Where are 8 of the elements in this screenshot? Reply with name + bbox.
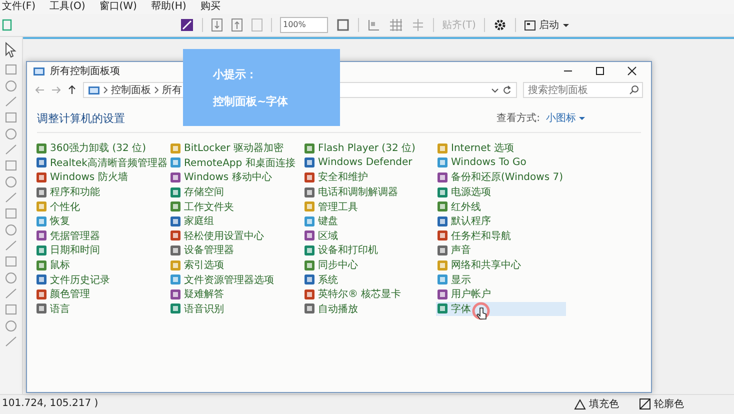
view-label: 查看方式: bbox=[496, 112, 540, 125]
tip-text: 控制面板~字体 bbox=[213, 94, 290, 108]
cursor-coordinates: 101.724, 105.217 ) bbox=[2, 398, 98, 409]
tip-title: 小提示： bbox=[213, 66, 258, 82]
fill-label: 填充色 bbox=[589, 398, 619, 410]
outline-label: 轮廓色 bbox=[654, 398, 684, 410]
window-title: 所有控制面板项 bbox=[50, 64, 120, 78]
page-heading: 调整计算机的设置 bbox=[37, 110, 126, 126]
